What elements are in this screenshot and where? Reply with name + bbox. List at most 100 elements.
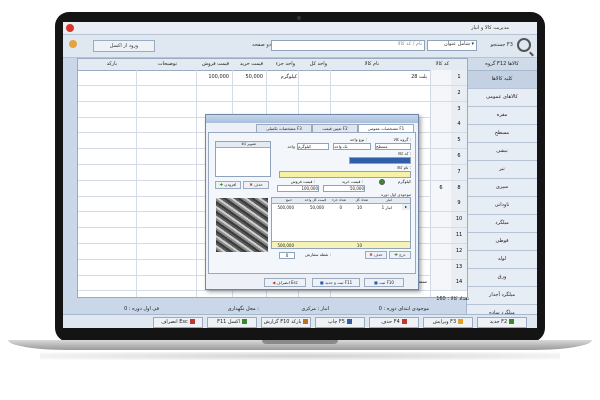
filter-label: دو صفحه bbox=[252, 42, 271, 48]
stock-table: انبار تعداد کل تعداد جزء قیمت کل واحد جم… bbox=[271, 197, 411, 249]
type-select[interactable]: تک واحد bbox=[333, 143, 371, 150]
cell-num: 7 bbox=[450, 164, 467, 180]
bottom-button[interactable]: F11 اکسل bbox=[207, 317, 257, 328]
radio-label: کیلوگرم bbox=[397, 179, 411, 184]
sidebar-item[interactable]: نبشی bbox=[467, 143, 537, 161]
bottom-button[interactable]: گزارش F10 بارکد bbox=[261, 317, 311, 328]
bottom-button[interactable]: انصراف Esc bbox=[153, 317, 203, 328]
exit-icon bbox=[189, 319, 195, 324]
stock-total-row: 10 500,000 bbox=[272, 241, 410, 248]
reserve-field[interactable]: 0 bbox=[279, 252, 295, 259]
save-new-button[interactable]: ■ ثبت و جدید F11 bbox=[312, 278, 360, 287]
bottom-button-label: گزارش F10 بارکد bbox=[263, 319, 302, 325]
excel-icon bbox=[241, 319, 247, 324]
sidebar-item[interactable]: مقره bbox=[467, 107, 537, 125]
col-header-subunit[interactable]: واحد جزء bbox=[276, 61, 295, 67]
sidebar-item[interactable]: ورق bbox=[467, 269, 537, 287]
cancel-button[interactable]: ◀ انصراف Esc bbox=[264, 278, 306, 287]
sidebar-item[interactable]: میلگرد آجدار bbox=[467, 287, 537, 305]
sidebar-header: گروه F12 کالاها bbox=[467, 58, 537, 71]
stock-col-store: انبار bbox=[386, 198, 392, 202]
cell-buy: 50,000 bbox=[245, 74, 264, 80]
table-row[interactable]: 1 پلت 28 کیلوگرم 50,000 100,000 bbox=[78, 70, 467, 86]
status-place: محل نگهداری : bbox=[227, 306, 259, 312]
col-header-unit[interactable]: واحد کل bbox=[310, 61, 327, 67]
cell-sel bbox=[430, 101, 451, 117]
col-header-code[interactable]: کد کالا bbox=[436, 61, 449, 67]
sidebar-item[interactable]: مسطح bbox=[467, 125, 537, 143]
col-header-name[interactable]: نام کالا bbox=[365, 61, 379, 67]
delete-icon bbox=[401, 319, 407, 324]
bottom-button[interactable]: جدید F2 bbox=[477, 317, 527, 328]
sidebar-item[interactable]: میلگرد bbox=[467, 215, 537, 233]
search-icon[interactable] bbox=[517, 38, 531, 52]
gear-icon[interactable] bbox=[69, 40, 77, 48]
cell-sel bbox=[430, 117, 451, 133]
sidebar-item[interactable]: سپری bbox=[467, 179, 537, 197]
cell-sel bbox=[430, 212, 451, 228]
unit-select[interactable]: کیلوگرم bbox=[297, 143, 329, 150]
cell-num: 10 bbox=[450, 212, 467, 228]
status-opening: موجودی ابتدای دوره : 0 bbox=[378, 306, 429, 312]
name-field[interactable] bbox=[279, 171, 411, 178]
window-title: مدیریت کالا و انبار bbox=[471, 25, 509, 31]
save-button[interactable]: ■ ثبت F10 bbox=[364, 278, 404, 287]
sidebar-item[interactable]: قوطی bbox=[467, 233, 537, 251]
group-select[interactable]: مسطح bbox=[375, 143, 411, 150]
buy-field[interactable]: 50,000 bbox=[323, 185, 365, 192]
search-mode-select[interactable]: شامل عنوان ▾ bbox=[427, 40, 477, 51]
stock-total[interactable]: 10 bbox=[357, 205, 362, 210]
sell-label: قیمت فروش : bbox=[290, 179, 315, 184]
col-header-desc[interactable]: توضیحات bbox=[158, 61, 177, 67]
item-photo bbox=[216, 198, 268, 252]
delete-row-button[interactable]: ✖ حذف bbox=[365, 251, 387, 259]
cell-sel bbox=[430, 70, 451, 85]
edit-icon bbox=[458, 319, 464, 324]
close-icon[interactable] bbox=[66, 24, 74, 32]
bottom-button[interactable]: حذف F4 bbox=[369, 317, 419, 328]
plus-icon bbox=[509, 319, 515, 324]
cell-num: 1 bbox=[450, 70, 467, 85]
stock-store[interactable]: انبار 1 bbox=[382, 205, 392, 210]
col-header-buy[interactable]: قیمت خرید bbox=[240, 61, 263, 67]
add-image-button[interactable]: ✚ افزودن bbox=[215, 181, 241, 189]
col-header-sell[interactable]: قیمت فروش bbox=[202, 61, 229, 67]
add-row-button[interactable]: ✚ درج bbox=[389, 251, 411, 259]
stock-sum[interactable]: 500,000 bbox=[277, 205, 294, 210]
sell-field[interactable]: 100,000 bbox=[277, 185, 319, 192]
cell-sel bbox=[430, 228, 451, 243]
table-row[interactable]: 2 bbox=[78, 85, 467, 102]
sidebar-item[interactable]: کالاهای عمومی bbox=[467, 89, 537, 107]
sidebar-item[interactable]: کلیه کالاها bbox=[467, 71, 537, 89]
remove-image-button[interactable]: ✖ حذف bbox=[243, 181, 269, 189]
cell-num: 14 bbox=[450, 275, 467, 291]
status-warehouse: انبار : مرکزی bbox=[301, 306, 329, 312]
search-input[interactable]: نام / کد کالا bbox=[271, 40, 425, 51]
sidebar-item[interactable]: ناودانی bbox=[467, 197, 537, 215]
image-list[interactable]: تصویر کالا bbox=[215, 141, 271, 177]
stock-price[interactable]: 50,000 bbox=[310, 205, 324, 210]
export-excel-button[interactable]: ورود از اکسل bbox=[93, 40, 155, 52]
stock-sub[interactable]: 0 bbox=[339, 205, 342, 210]
bottom-toolbar: جدید F2 ویرایش F3 حذف F4 چاپ F5 گزارش F10 با… bbox=[63, 314, 537, 328]
bottom-button[interactable]: ویرایش F3 bbox=[423, 317, 473, 328]
cell-sel bbox=[430, 259, 451, 275]
cell-num: 8 bbox=[450, 180, 467, 196]
status-stock: فی اول دوره : 0 bbox=[124, 306, 159, 312]
buy-label: قیمت خرید : bbox=[341, 179, 363, 184]
sidebar-item[interactable]: لوله bbox=[467, 251, 537, 269]
cell-num: 6 bbox=[450, 149, 467, 164]
toolbar: جستجو F3 شامل عنوان ▾ نام / کد کالا دو ص… bbox=[63, 35, 537, 58]
bottom-button-label: انصراف Esc bbox=[161, 319, 188, 325]
cell-num: 4 bbox=[450, 117, 467, 133]
cell-num: 9 bbox=[450, 196, 467, 212]
sidebar-item[interactable]: تیر bbox=[467, 161, 537, 179]
laptop-notch bbox=[262, 340, 338, 344]
laptop-bezel: مدیریت کالا و انبار جستجو F3 شامل عنوان … bbox=[55, 12, 545, 342]
bottom-button[interactable]: چاپ F5 bbox=[315, 317, 365, 328]
col-header-barcode[interactable]: بارکد bbox=[107, 61, 117, 67]
code-field[interactable] bbox=[349, 157, 411, 164]
cell-sel bbox=[430, 149, 451, 164]
unit-radio[interactable] bbox=[379, 179, 385, 185]
barcode-icon bbox=[303, 319, 309, 324]
